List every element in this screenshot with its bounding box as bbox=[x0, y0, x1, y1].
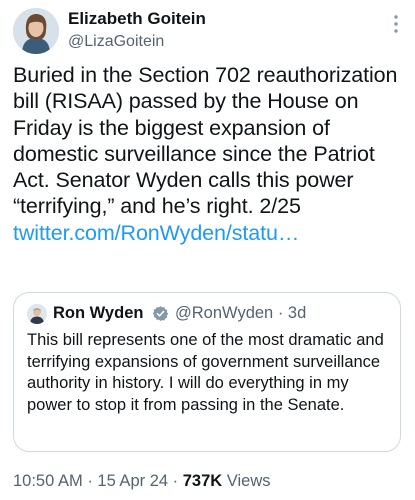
tweet-meta: 10:50 AM · 15 Apr 24 · 737K Views bbox=[13, 472, 271, 491]
quoted-author-handle: @RonWyden bbox=[175, 304, 274, 322]
tweet-header: Elizabeth Goitein @LizaGoitein bbox=[13, 8, 403, 56]
more-vertical-icon[interactable] bbox=[393, 14, 399, 34]
views-label: Views bbox=[226, 472, 271, 490]
tweet-date[interactable]: 15 Apr 24 bbox=[97, 472, 168, 490]
quoted-author-name: Ron Wyden bbox=[53, 304, 144, 322]
separator-dot: · bbox=[277, 304, 284, 322]
author-name[interactable]: Elizabeth Goitein bbox=[68, 9, 206, 29]
tweet-time[interactable]: 10:50 AM bbox=[13, 472, 83, 490]
author-handle[interactable]: @LizaGoitein bbox=[68, 33, 164, 51]
quoted-author-handle-time: @RonWyden · 3d bbox=[175, 304, 306, 323]
author-avatar[interactable] bbox=[13, 8, 59, 54]
tweet-text: Buried in the Section 702 reauthorizatio… bbox=[13, 62, 403, 246]
quoted-author-avatar bbox=[27, 304, 47, 324]
quoted-tweet-text: This bill represents one of the most dra… bbox=[27, 331, 384, 414]
tweet-link[interactable]: twitter.com/RonWyden/statu… bbox=[13, 221, 299, 245]
views-count: 737K bbox=[182, 472, 223, 490]
separator-dot: · bbox=[172, 472, 179, 490]
tweet-body: Buried in the Section 702 reauthorizatio… bbox=[13, 63, 398, 219]
quoted-tweet-time: 3d bbox=[287, 304, 307, 322]
separator-dot: · bbox=[87, 472, 93, 490]
quoted-tweet-card[interactable]: Ron Wyden @RonWyden · 3d This bill repre… bbox=[13, 292, 401, 452]
verified-badge-icon bbox=[152, 305, 169, 322]
quoted-tweet-header: Ron Wyden @RonWyden · 3d bbox=[27, 303, 397, 325]
